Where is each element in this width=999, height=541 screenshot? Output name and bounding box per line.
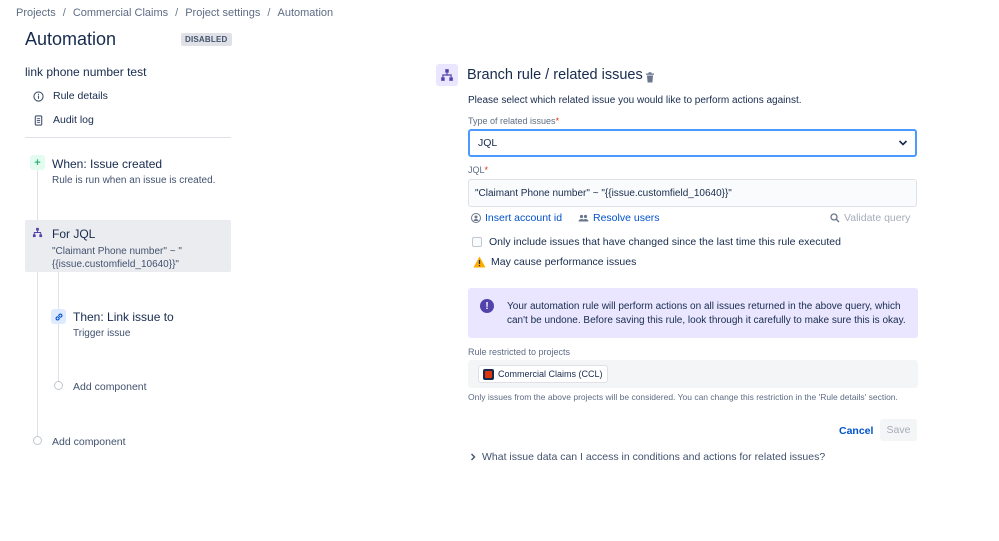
trash-icon[interactable]	[645, 70, 655, 88]
restriction-note: Only issues from the above projects will…	[468, 392, 898, 402]
resolve-users-label: Resolve users	[593, 212, 660, 224]
performance-warning: May cause performance issues	[473, 256, 636, 268]
required-asterisk: *	[555, 116, 560, 126]
breadcrumb-separator: /	[267, 7, 271, 19]
changed-only-row[interactable]: Only include issues that have changed si…	[472, 236, 841, 248]
type-field-label: Type of related issues*	[468, 116, 559, 126]
jql-input[interactable]: "Claimant Phone number" ~ "{{issue.custo…	[468, 179, 917, 207]
branch-subtitle-line2: {{issue.customfield_10640}}"	[52, 259, 179, 270]
page-title: Automation	[25, 29, 117, 49]
users-icon	[578, 214, 589, 222]
project-avatar	[483, 369, 494, 380]
type-label-text: Type of related issues	[468, 116, 556, 126]
cancel-button[interactable]: Cancel	[839, 425, 873, 437]
breadcrumb-commercial-claims[interactable]: Commercial Claims	[73, 7, 168, 19]
project-chip-label: Commercial Claims (CCL)	[498, 369, 603, 379]
warning-icon	[473, 256, 486, 268]
project-chip: Commercial Claims (CCL)	[478, 365, 608, 383]
save-button[interactable]: Save	[880, 419, 917, 441]
restricted-projects-label: Rule restricted to projects	[468, 347, 571, 357]
faq-expander[interactable]: What issue data can I access in conditio…	[470, 451, 825, 463]
changed-only-label: Only include issues that have changed si…	[489, 236, 841, 248]
audit-log-link[interactable]: Audit log	[33, 114, 94, 126]
add-component-inner-button[interactable]: Add component	[73, 381, 147, 393]
panel-title: Branch rule / related issues	[467, 67, 643, 83]
trigger-subtitle: Rule is run when an issue is created.	[52, 175, 216, 186]
branch-flow-line	[58, 272, 59, 384]
add-component-dot	[33, 436, 42, 445]
branch-step: For JQL "Claimant Phone number" ~ " {{is…	[52, 227, 182, 271]
add-component-dot	[54, 381, 63, 390]
add-component-outer-button[interactable]: Add component	[52, 436, 126, 448]
branch-subtitle-line1: "Claimant Phone number" ~ "	[52, 246, 182, 257]
user-icon	[471, 213, 481, 223]
rule-name: link phone number test	[25, 65, 147, 79]
changed-only-checkbox[interactable]	[472, 237, 482, 247]
status-badge: DISABLED	[181, 33, 232, 46]
jql-field-label: JQL*	[468, 165, 488, 175]
info-exclamation-icon: !	[480, 299, 494, 313]
branch-icon	[30, 225, 45, 240]
breadcrumb-projects[interactable]: Projects	[16, 7, 56, 19]
trigger-step[interactable]: When: Issue created Rule is run when an …	[52, 157, 215, 187]
document-icon	[34, 114, 43, 126]
validate-query-label: Validate query	[844, 212, 911, 224]
faq-label: What issue data can I access in conditio…	[482, 451, 826, 463]
chevron-right-icon	[471, 453, 476, 461]
breadcrumb: Projects / Commercial Claims / Project s…	[16, 7, 333, 19]
insert-account-id-button[interactable]: Insert account id	[471, 212, 562, 224]
jql-label-text: JQL	[468, 165, 485, 175]
insert-account-id-label: Insert account id	[485, 212, 563, 224]
trigger-title: When: Issue created	[52, 157, 163, 171]
audit-log-label: Audit log	[53, 114, 94, 126]
link-icon	[51, 309, 66, 324]
required-asterisk: *	[484, 165, 489, 175]
action-step[interactable]: Then: Link issue to Trigger issue	[73, 310, 174, 340]
search-icon	[830, 213, 840, 223]
panel-description: Please select which related issue you wo…	[468, 95, 802, 106]
rule-details-link[interactable]: Rule details	[33, 90, 108, 102]
type-select-value: JQL	[478, 137, 498, 149]
chevron-down-icon	[898, 138, 908, 150]
flow-line	[37, 170, 38, 440]
branch-title: For JQL	[52, 227, 96, 241]
warning-text: May cause performance issues	[491, 256, 637, 268]
action-title: Then: Link issue to	[73, 310, 174, 324]
action-subtitle: Trigger issue	[73, 328, 131, 339]
breadcrumb-separator: /	[175, 7, 179, 19]
branch-rule-icon	[436, 64, 458, 86]
breadcrumb-automation[interactable]: Automation	[277, 7, 333, 19]
breadcrumb-separator: /	[62, 7, 66, 19]
trigger-plus-icon: +	[30, 155, 45, 170]
rule-details-label: Rule details	[53, 90, 108, 102]
info-message-box: ! Your automation rule will perform acti…	[468, 288, 918, 338]
breadcrumb-project-settings[interactable]: Project settings	[185, 7, 260, 19]
resolve-users-button[interactable]: Resolve users	[578, 212, 660, 224]
validate-query-button[interactable]: Validate query	[830, 212, 910, 224]
projects-box: Commercial Claims (CCL)	[468, 360, 918, 388]
sidebar-divider	[25, 137, 231, 138]
info-message: Your automation rule will perform action…	[507, 301, 906, 326]
type-select[interactable]: JQL	[468, 129, 917, 157]
info-icon	[33, 90, 44, 102]
